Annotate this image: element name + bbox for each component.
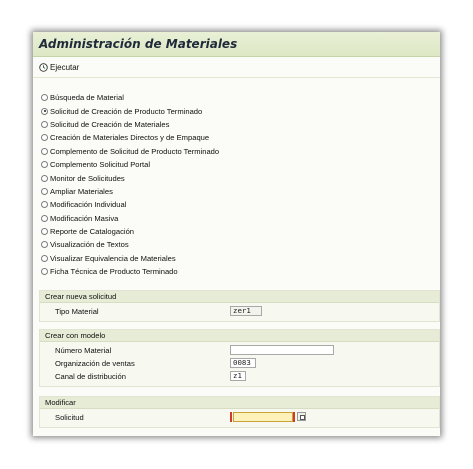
execute-clock-icon <box>39 62 48 72</box>
radio-button[interactable] <box>41 228 48 236</box>
sap-window: Administración de Materiales Ejecutar Bú… <box>33 32 440 436</box>
radio-option[interactable]: Complemento de Solicitud de Producto Ter… <box>41 145 219 158</box>
solicitud-row: Solicitud <box>40 411 439 424</box>
group-modificar: Modificar Solicitud <box>39 396 440 428</box>
radio-button[interactable] <box>41 201 48 209</box>
numero-material-field[interactable] <box>230 345 334 355</box>
radio-option-label: Solicitud de Creación de Producto Termin… <box>50 106 203 116</box>
radio-button[interactable] <box>41 174 48 182</box>
canal-distribucion-row: Canal de distribución z1 <box>40 370 439 383</box>
group-title: Crear con modelo <box>40 330 439 342</box>
canal-distribucion-field[interactable]: z1 <box>230 371 246 381</box>
radio-option-label: Complemento Solicitud Portal <box>50 160 151 170</box>
group-crear-nueva-solicitud: Crear nueva solicitud Tipo Material zer1 <box>39 290 440 322</box>
group-title: Modificar <box>40 397 439 409</box>
radio-button-selected[interactable] <box>41 107 48 115</box>
radio-option-label: Visualización de Textos <box>50 240 129 250</box>
radio-option[interactable]: Visualizar Equivalencia de Materiales <box>41 252 219 265</box>
org-ventas-field[interactable]: 0083 <box>230 358 256 368</box>
radio-option-label: Búsqueda de Material <box>50 93 124 103</box>
numero-material-label: Número Material <box>55 346 112 355</box>
execute-label: Ejecutar <box>50 62 80 72</box>
radio-option[interactable]: Solicitud de Creación de Producto Termin… <box>41 104 219 117</box>
radio-button[interactable] <box>41 254 48 262</box>
application-toolbar: Ejecutar <box>33 57 440 78</box>
value-help-icon[interactable] <box>297 412 306 421</box>
radio-option[interactable]: Búsqueda de Material <box>41 91 219 104</box>
tipo-material-label: Tipo Material <box>55 307 99 316</box>
radio-button[interactable] <box>41 241 48 249</box>
radio-option-label: Monitor de Solicitudes <box>50 173 125 183</box>
radio-option-label: Modificación Masiva <box>50 213 119 223</box>
required-marker <box>230 412 232 422</box>
group-title: Crear nueva solicitud <box>40 291 439 303</box>
radio-button[interactable] <box>41 134 48 142</box>
radio-button[interactable] <box>41 187 48 195</box>
radio-option-label: Solicitud de Creación de Materiales <box>50 119 170 129</box>
radio-button[interactable] <box>41 214 48 222</box>
radio-option[interactable]: Modificación Masiva <box>41 212 219 225</box>
org-ventas-label: Organización de ventas <box>55 359 135 368</box>
radio-option[interactable]: Reporte de Catalogación <box>41 225 219 238</box>
radio-option[interactable]: Ampliar Materiales <box>41 185 219 198</box>
solicitud-label: Solicitud <box>55 413 84 422</box>
radio-option-label: Ampliar Materiales <box>50 186 113 196</box>
radio-button[interactable] <box>41 94 48 102</box>
radio-option-label: Reporte de Catalogación <box>50 227 135 237</box>
radio-option-label: Visualizar Equivalencia de Materiales <box>50 253 176 263</box>
org-ventas-row: Organización de ventas 0083 <box>40 357 439 370</box>
radio-button[interactable] <box>41 161 48 169</box>
page-title: Administración de Materiales <box>39 37 238 51</box>
radio-option-label: Ficha Técnica de Producto Terminado <box>50 267 178 277</box>
radio-option-label: Creación de Materiales Directos y de Emp… <box>50 133 210 143</box>
required-marker <box>293 412 295 422</box>
group-crear-con-modelo: Crear con modelo Número Material Organiz… <box>39 329 440 387</box>
tipo-material-field[interactable]: zer1 <box>230 306 262 316</box>
radio-option[interactable]: Creación de Materiales Directos y de Emp… <box>41 131 219 144</box>
radio-option-label: Modificación Individual <box>50 200 127 210</box>
tipo-material-row: Tipo Material zer1 <box>40 305 439 318</box>
radio-button[interactable] <box>41 147 48 155</box>
radio-option[interactable]: Ficha Técnica de Producto Terminado <box>41 265 219 278</box>
canal-distribucion-label: Canal de distribución <box>55 372 126 381</box>
radio-option[interactable]: Complemento Solicitud Portal <box>41 158 219 171</box>
radio-button[interactable] <box>41 268 48 276</box>
radio-option[interactable]: Monitor de Solicitudes <box>41 171 219 184</box>
report-options: Búsqueda de Material Solicitud de Creació… <box>41 91 219 278</box>
solicitud-field[interactable] <box>233 412 293 422</box>
execute-button[interactable]: Ejecutar <box>39 63 79 72</box>
radio-option-label: Complemento de Solicitud de Producto Ter… <box>50 146 220 156</box>
numero-material-row: Número Material <box>40 344 439 357</box>
title-bar: Administración de Materiales <box>33 32 440 57</box>
radio-option[interactable]: Solicitud de Creación de Materiales <box>41 118 219 131</box>
radio-option[interactable]: Visualización de Textos <box>41 238 219 251</box>
radio-button[interactable] <box>41 120 48 128</box>
radio-option[interactable]: Modificación Individual <box>41 198 219 211</box>
